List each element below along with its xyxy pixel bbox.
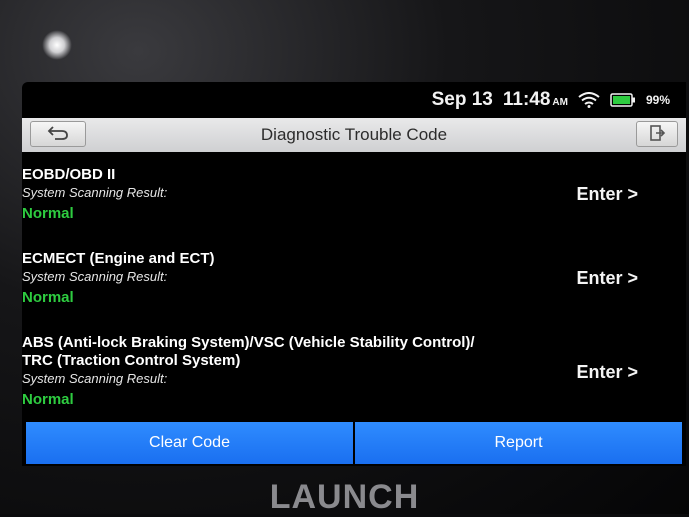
back-button[interactable] <box>30 121 86 147</box>
scan-result-status: Normal <box>22 205 74 222</box>
system-title: ECMECT (Engine and ECT) <box>22 250 215 267</box>
exit-icon <box>648 124 666 145</box>
scan-result-status: Normal <box>22 391 74 408</box>
brand-logo: LAUNCH <box>269 478 420 516</box>
title-bar: Diagnostic Trouble Code <box>22 118 686 152</box>
enter-button[interactable]: Enter > <box>576 362 638 383</box>
status-clock: 11:48 AM <box>503 89 568 111</box>
status-ampm: AM <box>552 97 568 108</box>
status-date: Sep 13 <box>431 89 493 110</box>
exit-button[interactable] <box>636 121 678 147</box>
enter-button[interactable]: Enter > <box>576 184 638 205</box>
back-arrow-icon <box>47 125 69 144</box>
enter-button[interactable]: Enter > <box>576 268 638 289</box>
system-title: ABS (Anti-lock Braking System)/VSC (Vehi… <box>22 334 475 351</box>
status-bar: Sep 13 11:48 AM 99% <box>22 82 686 118</box>
battery-icon <box>610 93 636 107</box>
clear-code-button[interactable]: Clear Code <box>26 422 353 464</box>
status-time: 11:48 <box>502 89 551 110</box>
page-title: Diagnostic Trouble Code <box>260 125 448 144</box>
battery-percentage: 99% <box>645 93 670 107</box>
device-screen: Sep 13 11:48 AM 99% Diagnostic Trouble C… <box>22 82 686 466</box>
system-item-eobd[interactable]: EOBD/OBD II System Scanning Result: Norm… <box>22 166 686 224</box>
wifi-icon <box>578 92 600 108</box>
scan-result-status: Normal <box>22 289 74 306</box>
action-bar: Clear Code Report <box>26 422 682 464</box>
system-title: EOBD/OBD II <box>22 166 116 183</box>
report-button[interactable]: Report <box>355 422 682 464</box>
system-item-abs[interactable]: ABS (Anti-lock Braking System)/VSC (Vehi… <box>22 334 686 410</box>
camera-glare <box>42 30 72 60</box>
system-item-ecmect[interactable]: ECMECT (Engine and ECT) System Scanning … <box>22 250 686 308</box>
